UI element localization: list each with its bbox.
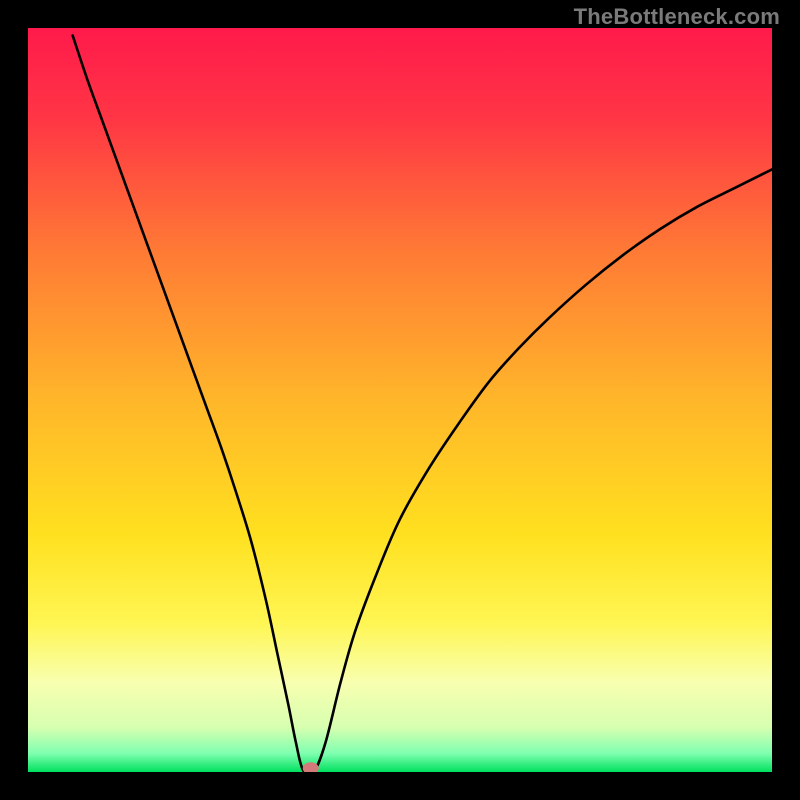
bottleneck-chart xyxy=(0,0,800,800)
watermark-text: TheBottleneck.com xyxy=(574,4,780,30)
gradient-background xyxy=(28,28,772,772)
chart-frame: { "watermark": "TheBottleneck.com", "cha… xyxy=(0,0,800,800)
optimum-marker xyxy=(303,762,319,774)
